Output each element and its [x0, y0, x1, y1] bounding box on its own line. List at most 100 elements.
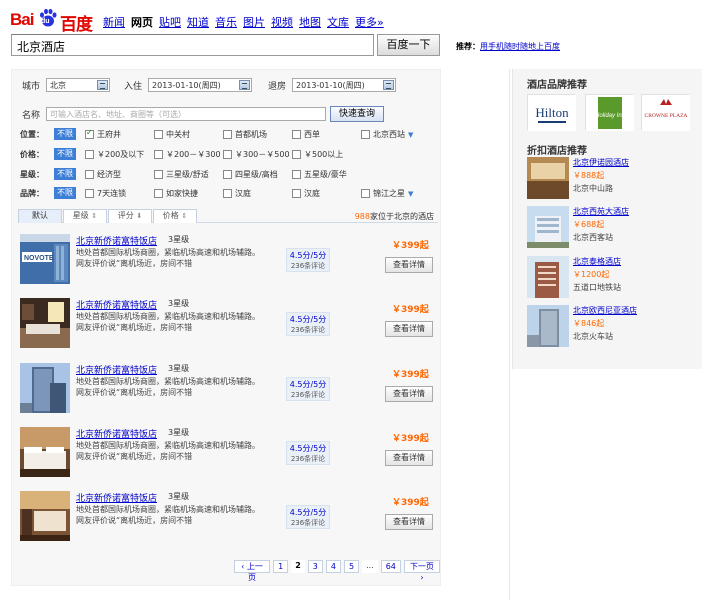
- nav-video[interactable]: 视频: [271, 14, 293, 30]
- sort-tab-rating[interactable]: 评分 ⬇: [108, 209, 152, 223]
- filter-option[interactable]: 7天连锁: [85, 188, 126, 199]
- filter-price-all[interactable]: 不限: [54, 148, 76, 160]
- checkbox[interactable]: [154, 130, 163, 139]
- checkout-field[interactable]: 2013-01-10(周四): [292, 78, 397, 92]
- hotel-photo-room[interactable]: [20, 298, 70, 348]
- discount-hotel-name[interactable]: 北京欧西尼亚酒店: [573, 305, 637, 316]
- nav-more[interactable]: 更多»: [355, 14, 384, 30]
- hotel-name-link[interactable]: 北京新侨诺富特饭店: [76, 427, 157, 440]
- checkbox[interactable]: [223, 189, 232, 198]
- brand-logo-holiday-inn[interactable]: Holiday Inn: [585, 94, 634, 131]
- hotel-score-box[interactable]: 4.5分/5分 236条评论: [286, 377, 330, 401]
- sort-tab-price[interactable]: 价格 ⇕: [153, 209, 197, 223]
- checkbox[interactable]: [292, 150, 301, 159]
- hotel-name-link[interactable]: 北京新侨诺富特饭店: [76, 491, 157, 504]
- nav-tieba[interactable]: 贴吧: [159, 14, 181, 30]
- view-details-button[interactable]: 查看详情: [385, 257, 433, 273]
- calendar-icon[interactable]: [239, 80, 251, 90]
- checkbox[interactable]: [154, 170, 163, 179]
- filter-option[interactable]: 北京西站 ▼: [361, 129, 413, 140]
- checkbox-checked[interactable]: [85, 128, 94, 139]
- checkbox[interactable]: [361, 189, 370, 198]
- discount-hotel-photo[interactable]: [527, 305, 569, 347]
- hotel-name-link[interactable]: 北京新侨诺富特饭店: [76, 234, 157, 247]
- hotel-photo-building[interactable]: [20, 363, 70, 413]
- nav-wenku[interactable]: 文库: [327, 14, 349, 30]
- nav-map[interactable]: 地图: [299, 14, 321, 30]
- hotel-score-box[interactable]: 4.5分/5分 236条评论: [286, 248, 330, 272]
- discount-hotel-name[interactable]: 北京泰格酒店: [573, 256, 621, 267]
- nav-news[interactable]: 新闻: [103, 14, 125, 30]
- more-icon[interactable]: ▼: [408, 190, 413, 198]
- baidu-logo[interactable]: Bai du 百度: [10, 8, 98, 35]
- calendar-icon[interactable]: [383, 80, 395, 90]
- brand-logo-hilton[interactable]: Hilton: [527, 94, 576, 131]
- checkbox[interactable]: [154, 150, 163, 159]
- hotel-name-input[interactable]: 可输入酒店名、地址、商圈等（可选）: [46, 107, 327, 121]
- filter-option[interactable]: ￥500以上: [292, 149, 343, 160]
- filter-option[interactable]: 中关村: [154, 129, 190, 140]
- discount-hotel-photo[interactable]: [527, 157, 569, 199]
- filter-option[interactable]: 三星级/舒适: [154, 169, 209, 180]
- hotel-photo-suite[interactable]: [20, 491, 70, 541]
- checkbox[interactable]: [85, 150, 94, 159]
- checkbox[interactable]: [223, 150, 232, 159]
- filter-option[interactable]: 王府井: [85, 128, 121, 140]
- search-button[interactable]: 百度一下: [377, 34, 440, 56]
- nav-web[interactable]: 网页: [131, 14, 153, 30]
- filter-brand-all[interactable]: 不限: [54, 187, 76, 199]
- checkbox[interactable]: [223, 130, 232, 139]
- filter-option[interactable]: 汉庭: [292, 188, 320, 199]
- nav-zhidao[interactable]: 知道: [187, 14, 209, 30]
- page-link[interactable]: 3: [307, 560, 323, 573]
- hotel-score-box[interactable]: 4.5分/5分 236条评论: [286, 441, 330, 465]
- filter-option[interactable]: 首都机场: [223, 129, 267, 140]
- discount-hotel-name[interactable]: 北京西苑大酒店: [573, 206, 629, 217]
- view-details-button[interactable]: 查看详情: [385, 514, 433, 530]
- filter-option[interactable]: 五星级/豪华: [292, 169, 347, 180]
- filter-stars-all[interactable]: 不限: [54, 168, 76, 180]
- filter-option[interactable]: 汉庭: [223, 188, 251, 199]
- page-link[interactable]: 64: [380, 560, 401, 573]
- checkbox[interactable]: [154, 189, 163, 198]
- search-input[interactable]: 北京酒店: [11, 34, 374, 56]
- checkbox[interactable]: [361, 130, 370, 139]
- discount-hotel-photo[interactable]: [527, 256, 569, 298]
- city-field[interactable]: 北京: [46, 78, 111, 92]
- prev-page-button[interactable]: ‹ 上一页: [234, 560, 271, 582]
- sort-tab-stars[interactable]: 星级 ⇕: [63, 209, 107, 223]
- hotel-score-box[interactable]: 4.5分/5分 236条评论: [286, 312, 330, 336]
- checkbox[interactable]: [292, 130, 301, 139]
- brand-logo-crowne-plaza[interactable]: CROWNE PLAZA: [641, 94, 690, 131]
- hotel-name-link[interactable]: 北京新侨诺富特饭店: [76, 298, 157, 311]
- checkbox[interactable]: [85, 189, 94, 198]
- nav-music[interactable]: 音乐: [215, 14, 237, 30]
- more-icon[interactable]: ▼: [408, 131, 413, 139]
- filter-option[interactable]: 经济型: [85, 169, 121, 180]
- promo-link[interactable]: 用手机随时随地上百度: [480, 42, 560, 51]
- discount-hotel-photo[interactable]: [527, 206, 569, 248]
- filter-option[interactable]: 如家快捷: [154, 188, 198, 199]
- discount-hotel-name[interactable]: 北京伊诺园酒店: [573, 157, 629, 168]
- filter-option[interactable]: ￥300－￥500: [223, 149, 290, 160]
- view-details-button[interactable]: 查看详情: [385, 386, 433, 402]
- nav-images[interactable]: 图片: [243, 14, 265, 30]
- page-link[interactable]: 5: [343, 560, 360, 573]
- next-page-button[interactable]: 下一页 ›: [403, 560, 440, 582]
- filter-option[interactable]: ￥200及以下: [85, 149, 144, 160]
- hotel-photo-novotel[interactable]: NOVOTEL: [20, 234, 70, 284]
- checkbox[interactable]: [85, 170, 94, 179]
- checkin-field[interactable]: 2013-01-10(周四): [148, 78, 253, 92]
- checkbox[interactable]: [292, 170, 301, 179]
- hotel-photo-bedroom[interactable]: [20, 427, 70, 477]
- filter-option[interactable]: 锦江之星 ▼: [361, 188, 413, 199]
- sort-tab-default[interactable]: 默认: [18, 209, 62, 223]
- view-details-button[interactable]: 查看详情: [385, 321, 433, 337]
- hotel-score-box[interactable]: 4.5分/5分 236条评论: [286, 505, 330, 529]
- filter-option[interactable]: 四星级/高档: [223, 169, 278, 180]
- filter-location-all[interactable]: 不限: [54, 128, 76, 140]
- filter-option[interactable]: 西单: [292, 129, 320, 140]
- city-picker-icon[interactable]: [97, 80, 109, 90]
- view-details-button[interactable]: 查看详情: [385, 450, 433, 466]
- checkbox[interactable]: [292, 189, 301, 198]
